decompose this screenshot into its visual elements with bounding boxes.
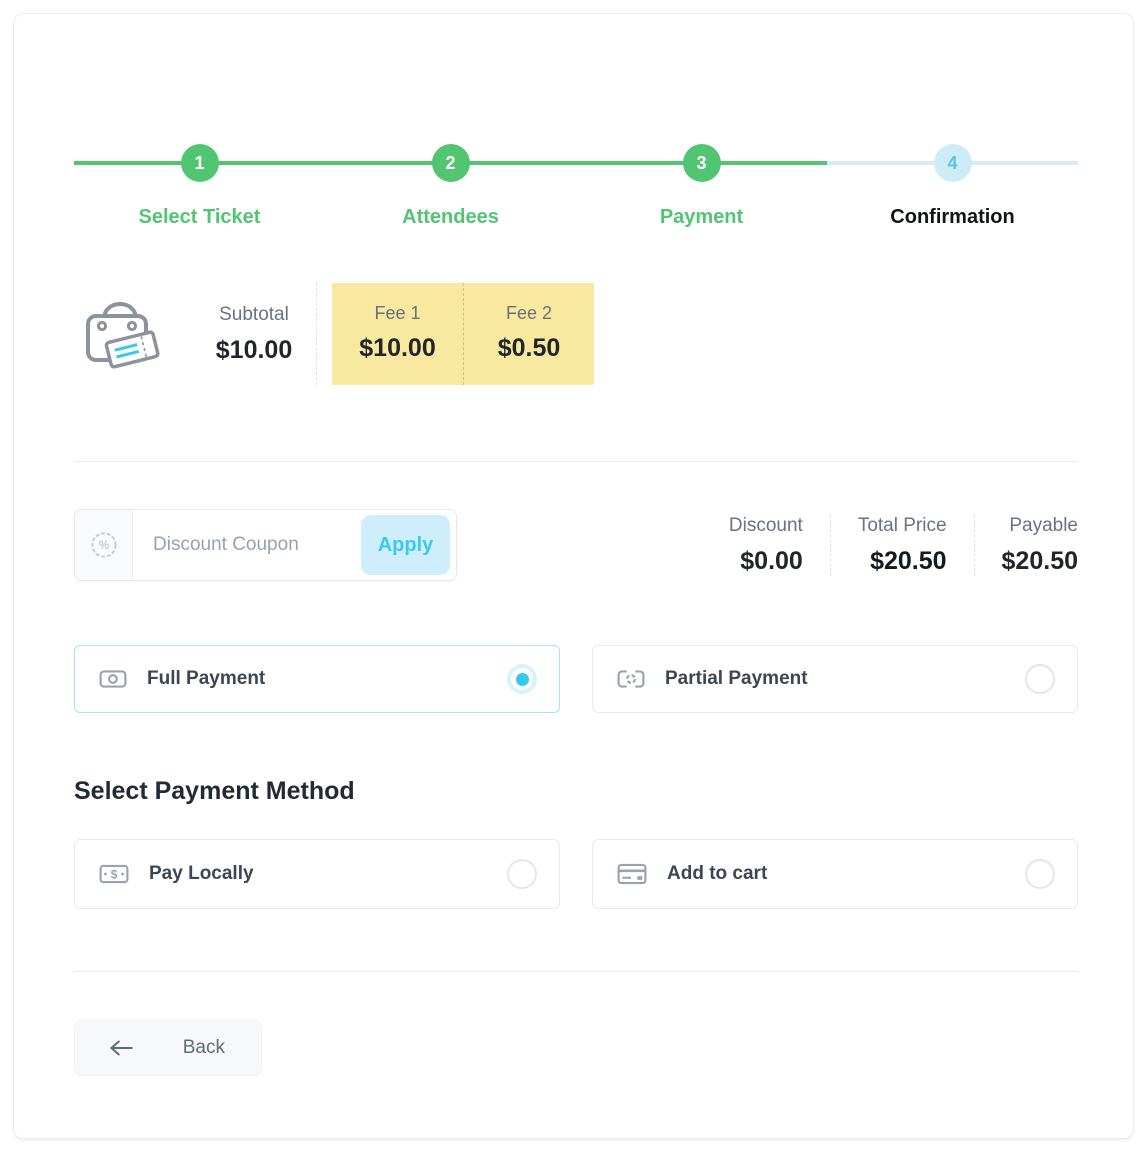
- total-price: Total Price $20.50: [830, 515, 974, 576]
- checkout-page: 1 Select Ticket 2 Attendees 3 Payment 4 …: [0, 13, 1147, 1166]
- payable-total: Payable $20.50: [974, 515, 1078, 576]
- total-label: Total Price: [858, 515, 947, 537]
- percent-badge-icon: %: [89, 530, 119, 560]
- total-label: Discount: [729, 515, 803, 537]
- option-label: Add to cart: [667, 863, 767, 885]
- back-label: Back: [183, 1037, 225, 1059]
- section-divider: [74, 461, 1078, 462]
- coupon-input[interactable]: [133, 534, 361, 556]
- payment-type-row: Full Payment Partial Payment: [74, 645, 1078, 713]
- subtotal-block: Subtotal $10.00: [192, 304, 316, 365]
- total-value: $20.50: [1002, 547, 1078, 576]
- fee-value: $10.00: [332, 334, 463, 363]
- total-value: $20.50: [858, 547, 947, 576]
- step-number-badge: 4: [934, 144, 972, 182]
- step-select-ticket[interactable]: 1 Select Ticket: [74, 144, 325, 229]
- step-payment[interactable]: 3 Payment: [576, 144, 827, 229]
- credit-card-icon: [617, 862, 647, 886]
- footer: Back: [74, 972, 1078, 1076]
- option-label: Pay Locally: [149, 863, 254, 885]
- step-number-badge: 2: [432, 144, 470, 182]
- step-number-badge: 1: [181, 144, 219, 182]
- pay-locally-option[interactable]: $ Pay Locally: [74, 839, 560, 909]
- total-value: $0.00: [729, 547, 803, 576]
- total-label: Payable: [1002, 515, 1078, 537]
- radio-selected[interactable]: [507, 664, 537, 694]
- step-attendees[interactable]: 2 Attendees: [325, 144, 576, 229]
- option-label: Partial Payment: [665, 668, 808, 690]
- fee-item: Fee 2 $0.50: [463, 283, 594, 385]
- svg-text:%: %: [98, 539, 109, 552]
- fee-label: Fee 2: [464, 303, 594, 324]
- arrow-left-icon: [107, 1037, 135, 1059]
- fee-label: Fee 1: [332, 303, 463, 324]
- apply-coupon-button[interactable]: Apply: [361, 515, 450, 575]
- step-confirmation: 4 Confirmation: [827, 144, 1078, 229]
- subtotal-label: Subtotal: [192, 304, 316, 326]
- full-payment-option[interactable]: Full Payment: [74, 645, 560, 713]
- radio-unselected[interactable]: [507, 859, 537, 889]
- fee-item: Fee 1 $10.00: [332, 283, 463, 385]
- fees-summary: Fee 1 $10.00 Fee 2 $0.50: [332, 283, 594, 385]
- select-payment-method-heading: Select Payment Method: [74, 777, 1078, 806]
- cart-summary: Subtotal $10.00 Fee 1 $10.00 Fee 2 $0.50: [74, 283, 1078, 385]
- bag-ticket-icon: [74, 286, 170, 382]
- coupon-icon-cell: %: [75, 510, 133, 580]
- radio-dot: [516, 673, 529, 686]
- cash-icon: [99, 668, 127, 690]
- step-label: Payment: [660, 206, 743, 229]
- checkout-stepper: 1 Select Ticket 2 Attendees 3 Payment 4 …: [74, 144, 1078, 229]
- partial-cash-icon: [617, 668, 645, 690]
- fee-value: $0.50: [464, 334, 594, 363]
- step-number: 3: [696, 153, 706, 174]
- payment-method-row: $ Pay Locally Add to ca: [74, 839, 1078, 909]
- step-number: 1: [194, 153, 204, 174]
- option-label: Full Payment: [147, 668, 265, 690]
- discount-total: Discount $0.00: [702, 515, 830, 576]
- divider: [316, 283, 317, 385]
- totals: Discount $0.00 Total Price $20.50 Payabl…: [702, 515, 1078, 576]
- step-number-badge: 3: [683, 144, 721, 182]
- step-label: Attendees: [402, 206, 499, 229]
- checkout-card: 1 Select Ticket 2 Attendees 3 Payment 4 …: [13, 13, 1134, 1139]
- coupon-totals-row: % Apply Discount $0.00 Total Price $20.5…: [74, 509, 1078, 581]
- step-number: 4: [947, 153, 957, 174]
- subtotal-value: $10.00: [192, 336, 316, 365]
- coupon-box: % Apply: [74, 509, 457, 581]
- svg-text:$: $: [111, 869, 118, 882]
- step-label: Select Ticket: [139, 206, 261, 229]
- partial-payment-option[interactable]: Partial Payment: [592, 645, 1078, 713]
- add-to-cart-option[interactable]: Add to cart: [592, 839, 1078, 909]
- step-label: Confirmation: [890, 206, 1014, 229]
- back-button[interactable]: Back: [74, 1019, 262, 1076]
- step-number: 2: [445, 153, 455, 174]
- radio-unselected[interactable]: [1025, 664, 1055, 694]
- banknote-icon: $: [99, 862, 129, 886]
- radio-unselected[interactable]: [1025, 859, 1055, 889]
